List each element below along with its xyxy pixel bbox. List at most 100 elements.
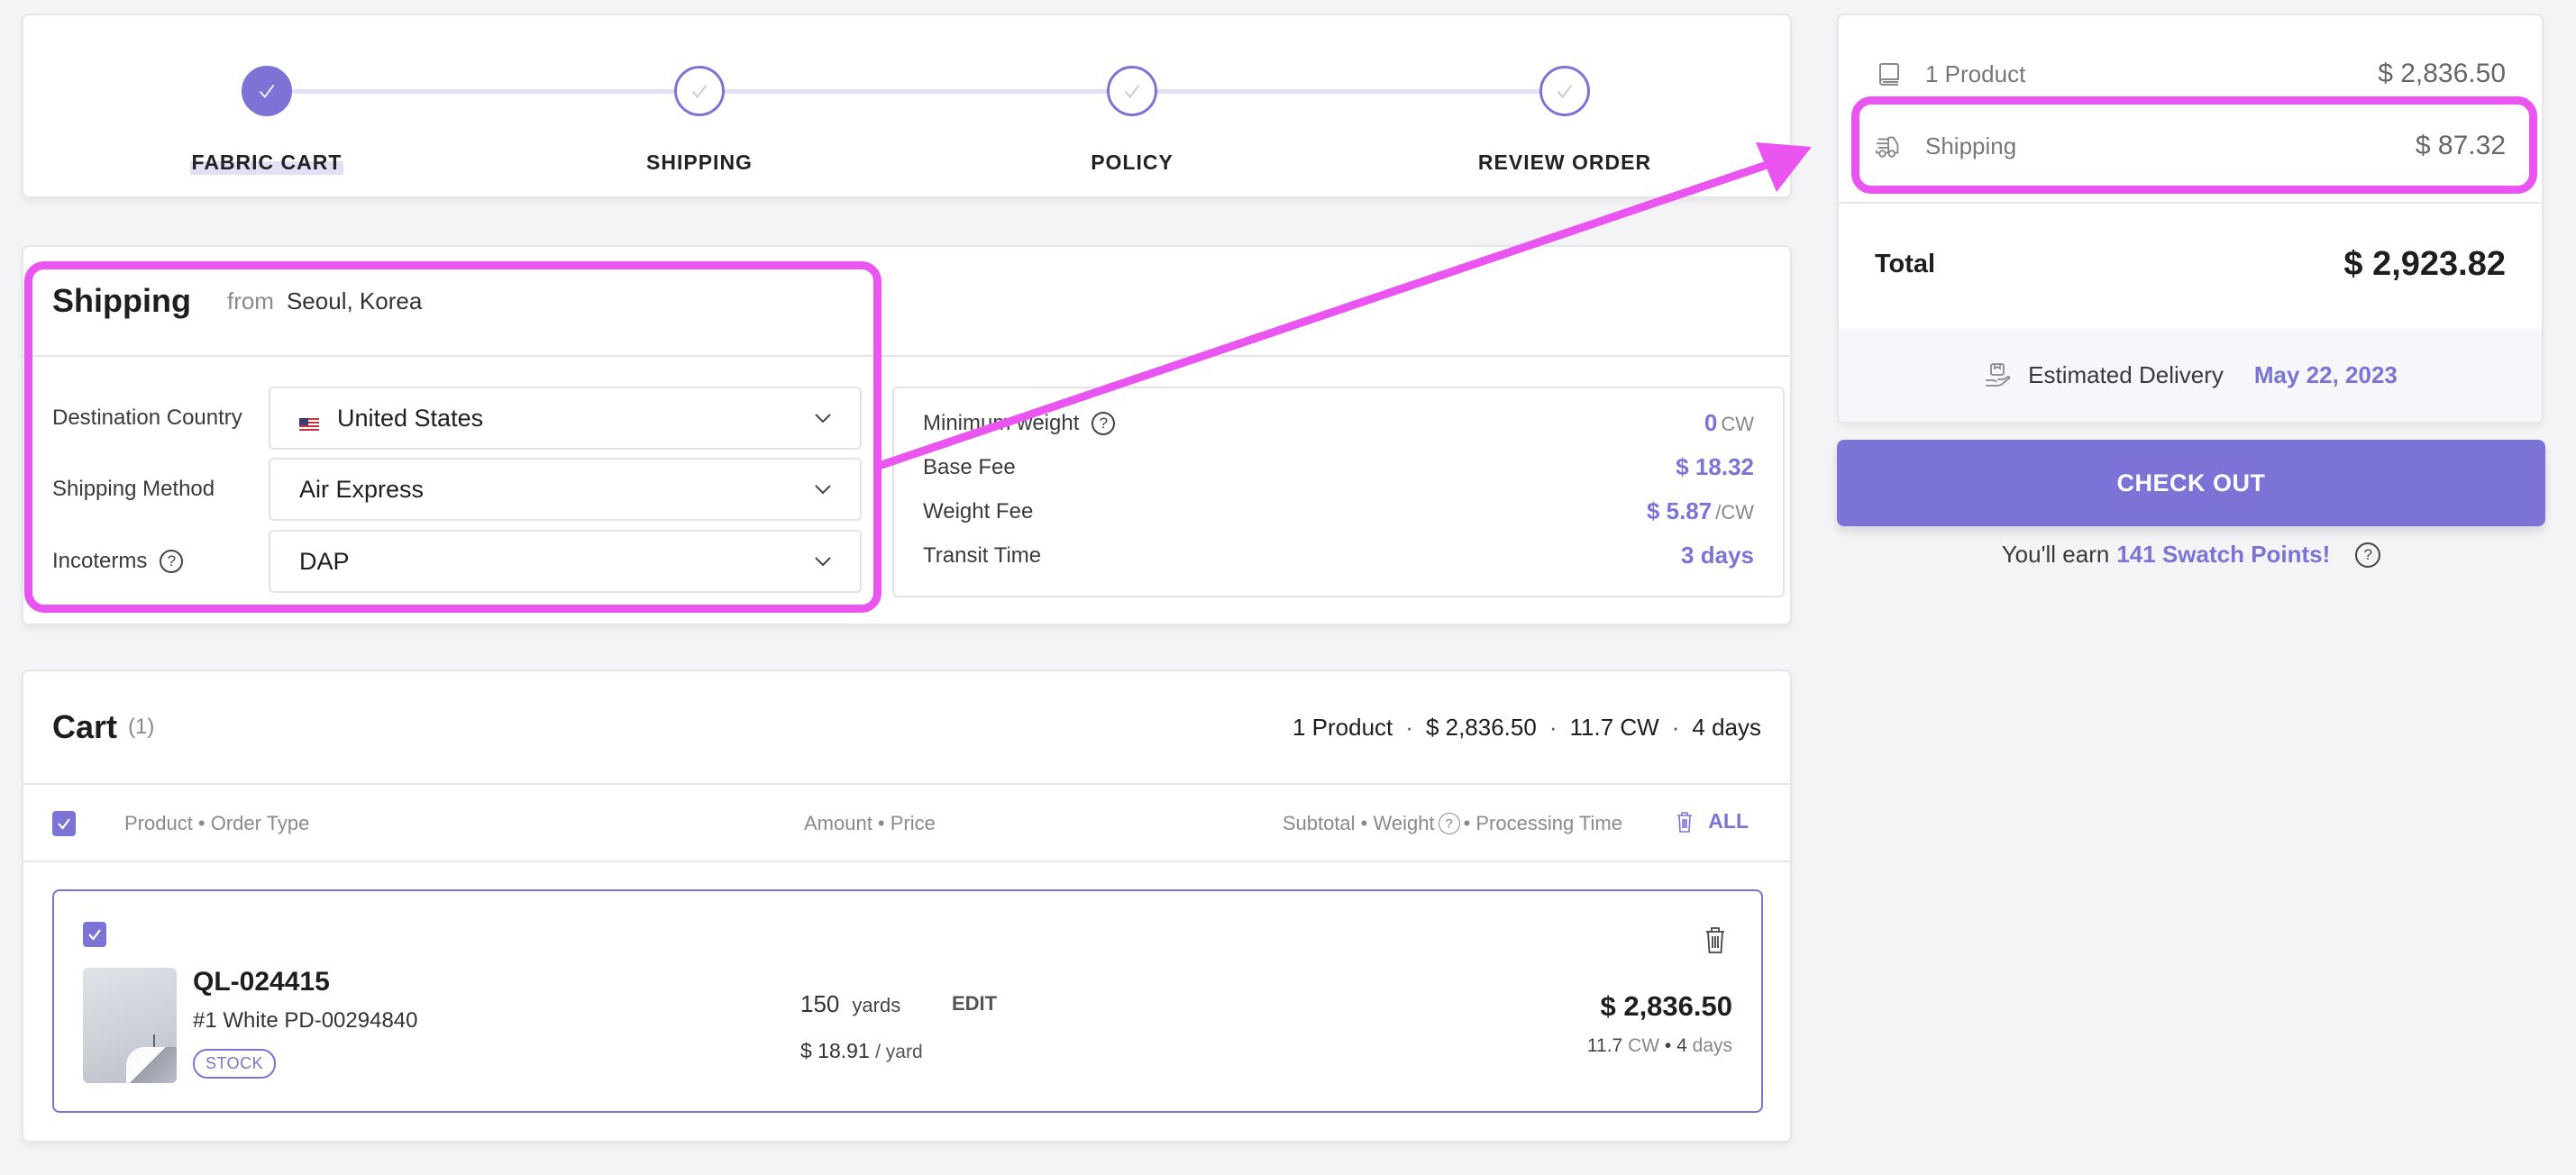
check-icon	[58, 818, 70, 830]
shipping-header: Shipping from Seoul, Korea	[23, 247, 1790, 357]
separator: ·	[1405, 713, 1413, 741]
delete-all-button[interactable]: ALL	[1676, 809, 1749, 833]
item-quantity-value: 150	[800, 990, 840, 1017]
step-review-order[interactable]: REVIEW ORDER	[1430, 66, 1700, 175]
step-shipping[interactable]: SHIPPING	[564, 66, 835, 175]
cart-summary-days: 4 days	[1692, 713, 1761, 741]
shipping-method-row: Shipping Method	[52, 458, 269, 521]
incoterms-value: DAP	[299, 547, 350, 575]
total-value: $ 2,923.82	[2343, 245, 2506, 283]
shipping-fee-box: Minimum weight ? 0 CW Base Fee $ 18.32 We…	[892, 387, 1785, 597]
separator: ·	[1548, 713, 1557, 741]
summary-shipping-row: Shipping $ 87.32	[1875, 131, 2506, 161]
shipping-method-select[interactable]: Air Express	[269, 458, 862, 521]
destination-country-label: Destination Country	[52, 405, 242, 430]
summary-product-row: 1 Product $ 2,836.50	[1875, 59, 2506, 89]
incoterms-select[interactable]: DAP	[269, 530, 862, 593]
item-meta: 11.7 CW • 4 days	[1587, 1035, 1732, 1057]
select-all-checkbox[interactable]	[52, 811, 76, 836]
chevron-down-icon	[815, 414, 831, 424]
minimum-weight-label: Minimum weight	[923, 410, 1080, 435]
shipping-truck-icon	[1875, 136, 1899, 158]
item-quantity: 150 yards	[800, 990, 900, 1018]
item-checkbox[interactable]	[83, 922, 106, 947]
item-name: #1 White PD-00294840	[193, 1008, 418, 1033]
step-label: SHIPPING	[646, 150, 753, 174]
shipping-panel: Shipping from Seoul, Korea Destination C…	[22, 245, 1792, 625]
summary-shipping-label: Shipping	[1925, 132, 2017, 159]
item-price-unit: / yard	[875, 1042, 923, 1062]
summary-shipping-value: $ 87.32	[2415, 131, 2506, 160]
fabric-roll-icon	[1878, 63, 1899, 86]
help-icon[interactable]: ?	[1438, 813, 1460, 834]
step-label: REVIEW ORDER	[1477, 150, 1652, 174]
checkout-button[interactable]: CHECK OUT	[1837, 440, 2545, 526]
points-highlight[interactable]: 141 Swatch Points!	[2116, 541, 2330, 569]
cart-title: Cart	[52, 708, 118, 745]
chevron-down-icon	[815, 557, 831, 567]
summary-total-row: Total $ 2,923.82	[1875, 245, 2506, 284]
product-thumbnail[interactable]	[83, 968, 177, 1083]
item-price: $ 18.91 / yard	[800, 1039, 923, 1063]
cart-summary-weight: 11.7 CW	[1569, 713, 1659, 741]
base-fee-value: $ 18.32	[1676, 453, 1754, 480]
step-label: FABRIC CART	[189, 150, 344, 175]
weight-fee-row: Weight Fee $ 5.87/CW	[923, 489, 1754, 533]
delivery-label: Estimated Delivery	[2028, 361, 2224, 388]
weight-fee-unit: /CW	[1715, 501, 1754, 524]
minimum-weight-value: 0	[1704, 409, 1718, 436]
transit-time-value: 3 days	[1681, 542, 1754, 569]
check-icon	[88, 929, 101, 941]
item-subtotal: $ 2,836.50	[1600, 990, 1732, 1022]
checkout-stepper: FABRIC CART SHIPPING POLICY REVIEW ORDER	[22, 14, 1792, 198]
minimum-weight-unit: CW	[1721, 413, 1754, 435]
edit-button[interactable]: EDIT	[952, 992, 997, 1016]
cart-count: (1)	[128, 715, 155, 739]
stock-badge: STOCK	[193, 1049, 277, 1079]
trash-icon[interactable]	[1704, 925, 1727, 954]
help-icon[interactable]: ?	[160, 550, 184, 573]
swatch-points-note: You'll earn 141 Swatch Points! ?	[1837, 541, 2545, 569]
item-code[interactable]: QL-024415	[193, 967, 330, 997]
help-icon[interactable]: ?	[2355, 542, 2381, 568]
item-processing: 4	[1676, 1035, 1687, 1056]
base-fee-label: Base Fee	[923, 454, 1016, 479]
column-subtotal-label: Subtotal • Weight	[1282, 812, 1435, 834]
minimum-weight-row: Minimum weight ? 0 CW	[923, 401, 1754, 445]
shipping-method-value: Air Express	[299, 475, 425, 503]
step-fabric-cart[interactable]: FABRIC CART	[132, 66, 402, 175]
thumbnail-curl	[126, 1047, 177, 1083]
help-icon[interactable]: ?	[1092, 411, 1116, 435]
column-subtotal: Subtotal • Weight ? • Processing Time	[1283, 812, 1622, 835]
item-weight: 11.7	[1586, 1035, 1623, 1056]
destination-country-value: United States	[337, 404, 484, 432]
delete-all-label: ALL	[1708, 809, 1749, 833]
shipping-title: Shipping	[52, 282, 191, 319]
cart-header: Cart (1) 1 Product · $ 2,836.50 · 11.7 C…	[23, 671, 1790, 785]
step-check-icon	[1107, 66, 1157, 116]
weight-fee-label: Weight Fee	[923, 498, 1034, 524]
order-summary: 1 Product $ 2,836.50 Shipping $ 87.32 To…	[1837, 14, 2544, 424]
points-prefix: You'll earn	[2001, 541, 2110, 568]
us-flag-icon	[299, 411, 319, 433]
item-weight-unit: CW	[1628, 1035, 1660, 1056]
trash-icon	[1677, 811, 1693, 833]
step-policy[interactable]: POLICY	[997, 66, 1267, 175]
incoterms-label-wrap: Incoterms ?	[52, 549, 269, 574]
cart-summary-amount: $ 2,836.50	[1425, 713, 1537, 741]
column-amount: Amount • Price	[804, 812, 936, 834]
step-check-icon	[674, 66, 725, 116]
destination-country-select[interactable]: United States	[269, 387, 862, 450]
step-check-icon	[242, 66, 292, 116]
total-label: Total	[1875, 250, 1936, 278]
item-price-value: $ 18.91	[800, 1039, 870, 1062]
step-label: POLICY	[1091, 150, 1174, 174]
shipping-method-label: Shipping Method	[52, 477, 215, 501]
estimated-delivery: Estimated Delivery May 22, 2023	[1839, 329, 2542, 422]
summary-divider	[1839, 202, 2542, 204]
column-product: Product • Order Type	[124, 812, 310, 834]
incoterms-row: Incoterms ?	[52, 530, 269, 593]
item-quantity-unit: yards	[852, 994, 901, 1016]
step-check-icon	[1539, 66, 1590, 116]
cart-panel: Cart (1) 1 Product · $ 2,836.50 · 11.7 C…	[22, 669, 1792, 1143]
